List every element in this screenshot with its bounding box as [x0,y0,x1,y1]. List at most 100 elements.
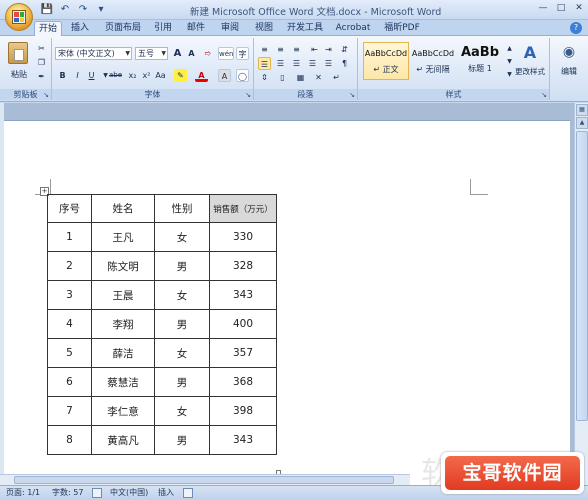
scroll-thumb[interactable] [576,131,588,421]
table-cell[interactable]: 7 [47,396,92,426]
table-cell[interactable]: 2 [47,251,92,281]
paste-icon[interactable] [8,42,28,64]
table-cell[interactable]: 黄高凡 [91,425,155,455]
table-cell[interactable]: 343 [209,425,277,455]
superscript-button[interactable]: x² [140,69,153,82]
align-center-icon[interactable]: ☰ [274,57,287,70]
font-launcher-icon[interactable]: ↘ [245,91,251,99]
sort-icon[interactable]: ⇵ [338,43,351,56]
tab-review[interactable]: 审阅 [217,21,243,36]
style-normal[interactable]: AaBbCcDd ↵ 正文 [363,42,409,80]
table-cell[interactable]: 王晨 [91,280,155,310]
table-cell[interactable]: 328 [209,251,277,281]
table-cell[interactable]: 蔡慧洁 [91,367,155,397]
borders-icon[interactable]: ▦ [294,71,307,84]
insert-mode-status[interactable]: 插入 [158,486,174,500]
page-count[interactable]: 页面: 1/1 [6,486,40,500]
table-cell[interactable]: 男 [154,367,210,397]
increase-indent-icon[interactable]: ⇥ [322,43,335,56]
multilevel-list-icon[interactable]: ≡ [290,43,303,56]
tab-insert[interactable]: 插入 [66,21,94,36]
enclose-character-button[interactable]: 字 [236,47,249,60]
table-cell[interactable]: 男 [154,425,210,455]
save-icon[interactable]: 💾 [40,3,54,17]
table-cell[interactable]: 女 [154,222,210,252]
asian-layout-icon[interactable]: ↵ [330,71,343,84]
tab-developer[interactable]: 开发工具 [284,21,326,36]
bullets-icon[interactable]: ≡ [258,43,271,56]
table-header[interactable]: 姓名 [91,194,155,223]
style-no-spacing[interactable]: AaBbCcDd ↵ 无间隔 [410,42,456,80]
clear-format-icon[interactable]: ➱ [201,47,214,60]
customize-icon[interactable]: ▾ [94,3,108,17]
table-cell[interactable]: 女 [154,396,210,426]
decrease-indent-icon[interactable]: ⇤ [308,43,321,56]
macro-record-icon[interactable] [183,488,193,498]
table-cell[interactable]: 6 [47,367,92,397]
chinese-layout-icon[interactable]: ✕ [312,71,325,84]
bold-button[interactable]: B [56,69,69,82]
scroll-thumb[interactable] [14,476,394,484]
find-binoculars-icon[interactable]: ◉ [560,44,578,62]
table-cell[interactable]: 3 [47,280,92,310]
table-cell[interactable]: 343 [209,280,277,310]
horizontal-scrollbar[interactable] [0,474,410,485]
ruler-toggle-icon[interactable]: ▦ [576,104,588,116]
line-spacing-icon[interactable]: ⇕ [258,71,271,84]
character-border-icon[interactable]: ◯ [236,69,249,82]
styles-scroll-up-icon[interactable]: ▲ [503,42,516,55]
strikethrough-button[interactable]: abe [109,69,122,82]
change-styles-icon[interactable]: A [520,43,540,62]
table-cell[interactable]: 400 [209,309,277,339]
table-cell[interactable]: 357 [209,338,277,368]
tab-references[interactable]: 引用 [150,21,176,36]
proofing-icon[interactable] [92,488,102,498]
paragraph-launcher-icon[interactable]: ↘ [349,91,355,99]
tab-page-layout[interactable]: 页面布局 [100,21,146,36]
paste-button[interactable]: 粘贴 [6,68,32,81]
align-left-icon[interactable]: ☰ [258,57,271,70]
table-cell[interactable]: 李翔 [91,309,155,339]
align-right-icon[interactable]: ☰ [290,57,303,70]
table-cell[interactable]: 368 [209,367,277,397]
change-styles-button[interactable]: 更改样式 [512,65,548,78]
table-cell[interactable]: 李仁意 [91,396,155,426]
format-painter-icon[interactable]: ✒ [35,70,48,83]
tab-home[interactable]: 开始 [34,21,62,36]
editing-button[interactable]: 编辑 [552,65,586,78]
clipboard-launcher-icon[interactable]: ↘ [43,91,49,99]
help-icon[interactable]: ? [570,22,582,34]
table-cell[interactable]: 398 [209,396,277,426]
font-size-select[interactable]: 五号 ▼ [135,47,168,60]
word-count[interactable]: 字数: 57 [52,486,83,500]
table-cell[interactable]: 王凡 [91,222,155,252]
table-cell[interactable]: 男 [154,309,210,339]
styles-launcher-icon[interactable]: ↘ [541,91,547,99]
scroll-up-icon[interactable]: ▲ [576,117,588,129]
language-status[interactable]: 中文(中国) [110,486,148,500]
change-case-button[interactable]: Aa [154,69,167,82]
sales-table[interactable]: 序号 姓名 性别 销售额（万元） 1 王凡女 330 2 陈文明男 328 3 王晨女 343 4… [47,194,277,455]
cut-icon[interactable]: ✂ [35,42,48,55]
table-cell[interactable]: 薛洁 [91,338,155,368]
office-button[interactable] [5,3,33,31]
justify-icon[interactable]: ☰ [306,57,319,70]
grow-font-button[interactable]: A [171,47,184,60]
numbering-icon[interactable]: ≡ [274,43,287,56]
table-header[interactable]: 性别 [154,194,210,223]
table-cell[interactable]: 女 [154,338,210,368]
shading-icon[interactable]: ▯ [276,71,289,84]
document-page[interactable]: + 序号 姓名 性别 销售额（万元） 1 王凡女 330 2 陈文明男 328 3 王晨女 34… [4,120,570,491]
tab-mailings[interactable]: 邮件 [183,21,209,36]
font-name-select[interactable]: 宋体 (中文正文) ▼ [55,47,132,60]
vertical-scrollbar[interactable]: ▦ ▲ [574,103,588,485]
table-cell[interactable]: 1 [47,222,92,252]
italic-button[interactable]: I [71,69,84,82]
table-cell[interactable]: 4 [47,309,92,339]
table-cell[interactable]: 男 [154,251,210,281]
underline-button[interactable]: U [85,69,98,82]
maximize-icon[interactable]: □ [552,0,570,16]
table-cell[interactable]: 女 [154,280,210,310]
show-marks-icon[interactable]: ¶ [338,57,351,70]
style-heading-1[interactable]: AaBb 标题 1 [457,42,503,80]
